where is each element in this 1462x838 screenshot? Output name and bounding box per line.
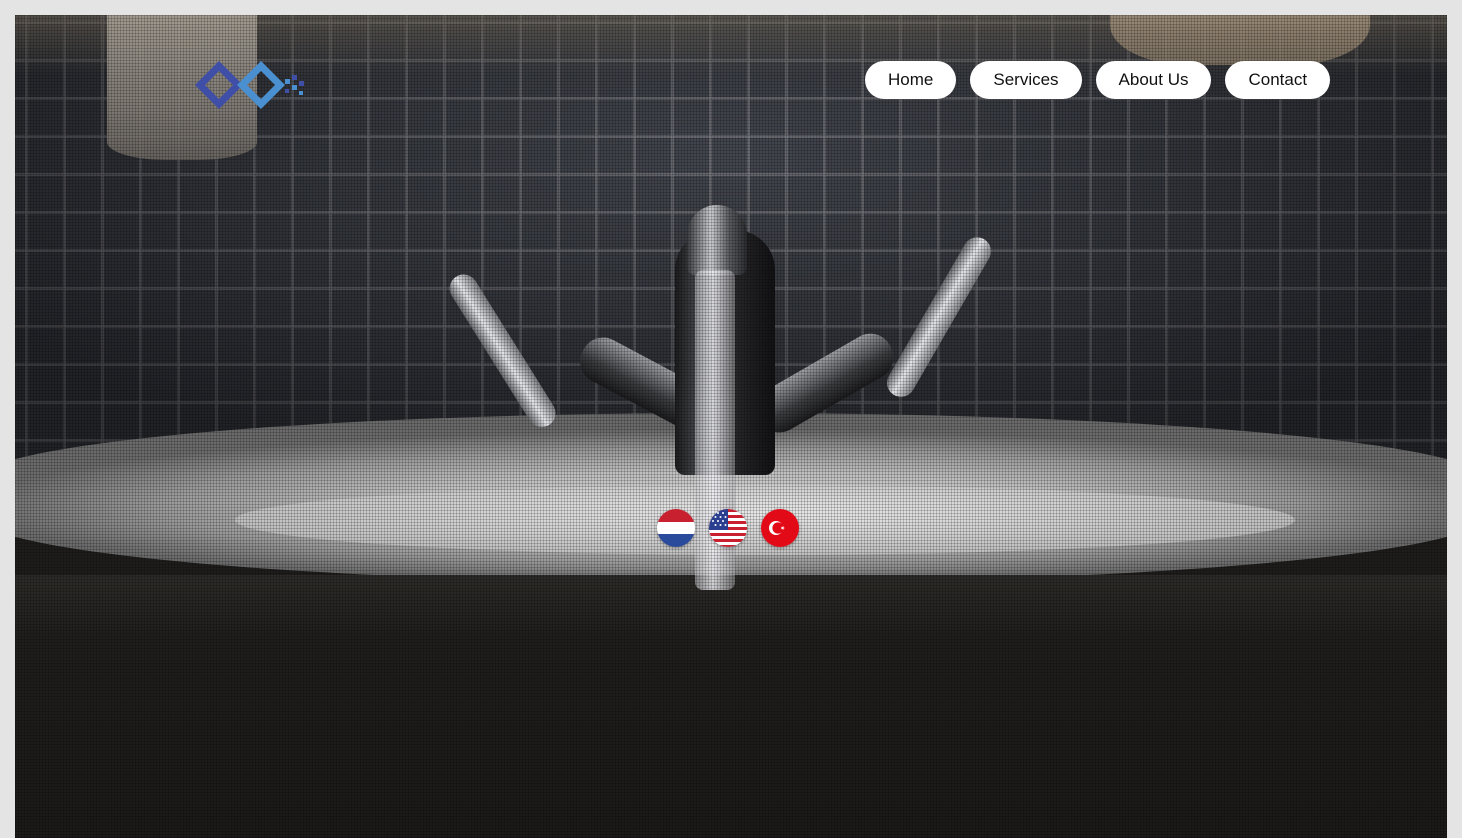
faucet-spout [687,205,747,275]
language-selector [657,509,799,547]
site-logo[interactable] [193,55,313,119]
background-sink-right [1110,15,1370,65]
netherlands-flag-icon [657,509,695,547]
nav-about-us-button[interactable]: About Us [1095,61,1212,99]
turkey-flag-icon [761,509,799,547]
page-frame: Home Services About Us Contact [15,15,1447,838]
language-nl-button[interactable] [657,509,695,547]
nav-contact-button[interactable]: Contact [1225,61,1331,99]
usa-flag-icon [709,509,747,547]
diamond-logo-icon [195,61,304,109]
nav-home-button[interactable]: Home [865,61,957,99]
nav-services-button[interactable]: Services [970,61,1082,99]
language-en-button[interactable] [709,509,747,547]
counter-shadow [15,575,1447,838]
main-nav: Home Services About Us Contact [865,61,1331,99]
language-tr-button[interactable] [761,509,799,547]
